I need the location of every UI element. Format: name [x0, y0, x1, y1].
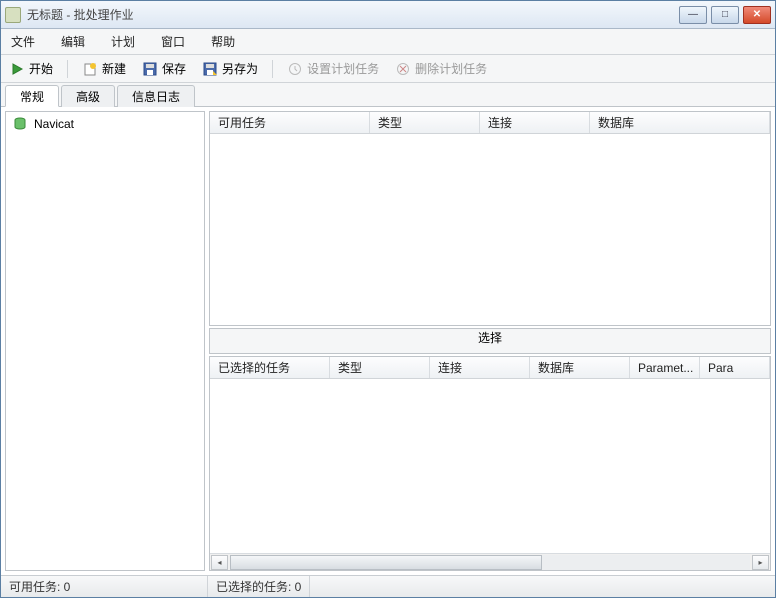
start-label: 开始: [29, 60, 53, 77]
available-list-header: 可用任务 类型 连接 数据库: [210, 112, 770, 134]
close-icon: ✕: [753, 10, 761, 20]
col-selected-conn[interactable]: 连接: [430, 357, 530, 378]
status-selected: 已选择的任务: 0: [208, 576, 310, 597]
action-toolbar: 选择 全选 取消选择 全部取消选择 ⬆ 上移 ⬇ 下移 📎 添加附件: [209, 328, 771, 354]
menu-window[interactable]: 窗口: [157, 31, 189, 52]
new-file-icon: [82, 61, 98, 77]
scroll-right-button[interactable]: ▸: [752, 555, 769, 570]
set-schedule-button[interactable]: 设置计划任务: [285, 58, 381, 79]
col-db[interactable]: 数据库: [590, 112, 770, 133]
col-conn[interactable]: 连接: [480, 112, 590, 133]
menu-edit[interactable]: 编辑: [57, 31, 89, 52]
save-icon: [142, 61, 158, 77]
selected-list-header: 已选择的任务 类型 连接 数据库 Paramet... Para: [210, 357, 770, 379]
statusbar: 可用任务: 0 已选择的任务: 0: [1, 575, 775, 597]
app-icon: [5, 7, 21, 23]
scroll-track[interactable]: [230, 555, 750, 570]
set-schedule-label: 设置计划任务: [307, 60, 379, 77]
new-label: 新建: [102, 60, 126, 77]
maximize-button[interactable]: □: [711, 6, 739, 24]
col-selected-task[interactable]: 已选择的任务: [210, 357, 330, 378]
play-icon: [9, 61, 25, 77]
tab-log[interactable]: 信息日志: [117, 85, 195, 107]
clock-icon: [287, 61, 303, 77]
tab-general-label: 常规: [20, 88, 44, 105]
new-button[interactable]: 新建: [80, 58, 128, 79]
scroll-left-button[interactable]: ◂: [211, 555, 228, 570]
available-list-body[interactable]: [210, 134, 770, 325]
col-type[interactable]: 类型: [370, 112, 480, 133]
col-selected-db[interactable]: 数据库: [530, 357, 630, 378]
selected-list-body[interactable]: [210, 379, 770, 553]
separator: [67, 60, 68, 78]
col-param1[interactable]: Paramet...: [630, 357, 700, 378]
window-title: 无标题 - 批处理作业: [27, 6, 679, 23]
save-label: 保存: [162, 60, 186, 77]
del-schedule-button[interactable]: 删除计划任务: [393, 58, 489, 79]
titlebar: 无标题 - 批处理作业 — □ ✕: [1, 1, 775, 29]
minimize-button[interactable]: —: [679, 6, 707, 24]
horizontal-scrollbar[interactable]: ◂ ▸: [210, 553, 770, 570]
status-available: 可用任务: 0: [1, 576, 208, 597]
close-button[interactable]: ✕: [743, 6, 771, 24]
col-param2[interactable]: Para: [700, 357, 770, 378]
col-selected-type[interactable]: 类型: [330, 357, 430, 378]
connection-tree[interactable]: Navicat: [5, 111, 205, 571]
save-button[interactable]: 保存: [140, 58, 188, 79]
del-schedule-label: 删除计划任务: [415, 60, 487, 77]
selected-tasks-panel: 已选择的任务 类型 连接 数据库 Paramet... Para ◂ ▸: [209, 356, 771, 571]
menu-plan[interactable]: 计划: [107, 31, 139, 52]
tree-item-label: Navicat: [34, 117, 74, 131]
tab-general[interactable]: 常规: [5, 85, 59, 107]
tree-item-navicat[interactable]: Navicat: [6, 112, 204, 136]
app-window: 无标题 - 批处理作业 — □ ✕ 文件 编辑 计划 窗口 帮助 开始 新建 保…: [0, 0, 776, 598]
minimize-icon: —: [688, 10, 698, 20]
main-pane: 可用任务 类型 连接 数据库 选择 全选 取消选择 全部取消选择 ⬆ 上移 ⬇: [209, 111, 771, 571]
menu-help[interactable]: 帮助: [207, 31, 239, 52]
database-icon: [12, 116, 28, 132]
col-task[interactable]: 可用任务: [210, 112, 370, 133]
maximize-icon: □: [722, 10, 728, 20]
content-area: Navicat 可用任务 类型 连接 数据库 选择 全选 取消选择 全部取消选择: [1, 107, 775, 575]
tab-log-label: 信息日志: [132, 88, 180, 105]
tabstrip: 常规 高级 信息日志: [1, 83, 775, 107]
saveas-label: 另存为: [222, 60, 258, 77]
window-controls: — □ ✕: [679, 6, 771, 24]
menubar: 文件 编辑 计划 窗口 帮助: [1, 29, 775, 55]
available-tasks-panel: 可用任务 类型 连接 数据库: [209, 111, 771, 326]
clock-delete-icon: [395, 61, 411, 77]
start-button[interactable]: 开始: [7, 58, 55, 79]
toolbar: 开始 新建 保存 另存为 设置计划任务 删除计划任务: [1, 55, 775, 83]
tab-advanced-label: 高级: [76, 88, 100, 105]
saveas-icon: [202, 61, 218, 77]
saveas-button[interactable]: 另存为: [200, 58, 260, 79]
menu-file[interactable]: 文件: [7, 31, 39, 52]
tab-advanced[interactable]: 高级: [61, 85, 115, 107]
scroll-thumb[interactable]: [230, 555, 542, 570]
select-button[interactable]: 选择: [476, 329, 504, 346]
separator: [272, 60, 273, 78]
